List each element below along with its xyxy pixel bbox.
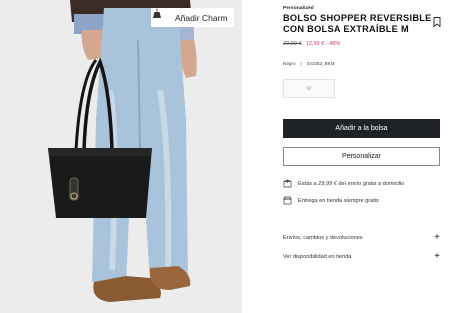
product-meta: Negro | 242353_BKM (283, 61, 441, 66)
color-name: Negro (283, 61, 296, 66)
delivery-box-icon (283, 179, 292, 188)
store-icon (283, 196, 292, 205)
availability-accordion[interactable]: Ver disponibilidad en tienda + (283, 252, 440, 262)
customize-button[interactable]: Personalizar (283, 147, 440, 166)
product-image: Añadir Charm (0, 0, 242, 313)
add-to-bag-button[interactable]: Añadir a la bolsa (283, 119, 440, 138)
price-row: 29,99 € 12,99 € - 48% (283, 41, 441, 47)
product-title-line2: CON BOLSA EXTRAÍBLE M (283, 23, 409, 34)
add-charm-label: Añadir Charm (175, 12, 228, 23)
meta-separator: | (300, 61, 302, 66)
store-delivery-info: Entrega en tienda siempre gratis (283, 196, 379, 205)
bookmark-icon[interactable] (433, 14, 441, 28)
free-shipping-info: Estás a 29,99 € del envío gratis a domic… (283, 179, 404, 188)
product-photo-illustration (0, 0, 242, 313)
shipping-prefix: Estás a (298, 180, 319, 187)
store-delivery-text: Entrega en tienda siempre gratis (298, 197, 379, 204)
product-details-panel: Personalized BOLSO SHOPPER REVERSIBLE CO… (283, 6, 441, 262)
expand-plus-icon[interactable]: + (434, 233, 440, 243)
returns-label: Envíos, cambios y devoluciones (283, 235, 363, 241)
title-row: BOLSO SHOPPER REVERSIBLE CON BOLSA EXTRA… (283, 13, 441, 34)
add-charm-button[interactable]: Añadir Charm (151, 8, 234, 27)
expand-plus-icon[interactable]: + (434, 252, 440, 262)
size-label: M (306, 85, 312, 92)
personalized-tag: Personalized (283, 6, 314, 11)
shipping-text: Estás a 29,99 € del envío gratis a domic… (298, 181, 404, 187)
product-title: BOLSO SHOPPER REVERSIBLE CON BOLSA EXTRA… (283, 13, 432, 34)
returns-accordion[interactable]: Envíos, cambios y devoluciones + (283, 233, 440, 243)
size-option-m[interactable]: M (283, 79, 335, 98)
shipping-amount: 29,99 € (318, 180, 337, 187)
availability-label: Ver disponibilidad en tienda (283, 254, 352, 260)
sale-price: 12,99 € - 48% (305, 41, 341, 47)
shipping-suffix: del envío gratis a domicilio (336, 180, 405, 187)
shopping-bag-charm-icon (153, 8, 169, 24)
product-ref: 242353_BKM (306, 61, 335, 66)
original-price: 29,99 € (283, 41, 302, 47)
product-title-line1: BOLSO SHOPPER REVERSIBLE (283, 13, 432, 23)
